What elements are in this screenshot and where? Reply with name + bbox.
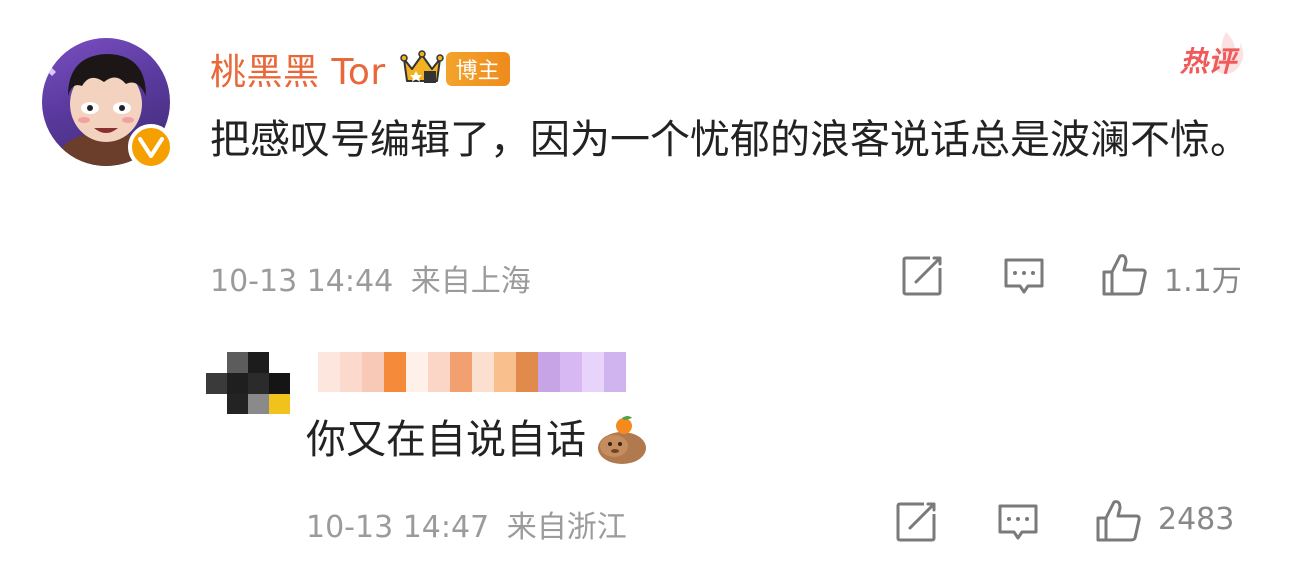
verified-icon — [128, 124, 174, 170]
username[interactable]: 桃黑黑 Tor — [210, 43, 386, 95]
reply-time: 10-13 14:47 — [306, 510, 490, 545]
like-icon[interactable] — [1100, 252, 1150, 298]
hot-comment-tag: 热评 — [1179, 45, 1236, 78]
comment-time: 10-13 14:44 — [210, 264, 394, 299]
reply-location: 来自浙江 — [506, 510, 627, 545]
username-row: 桃黑黑 Tor 博主 — [210, 44, 510, 94]
reply-text-row: 你又在自说自话 — [306, 410, 650, 470]
comment-location: 来自上海 — [410, 264, 531, 299]
crown-icon — [399, 50, 444, 83]
comment-icon[interactable] — [1002, 256, 1046, 298]
comment-text: 把感叹号编辑了，因为一个忧郁的浪客说话总是波澜不惊。 — [210, 117, 1250, 163]
reply-like-count: 2483 — [1158, 502, 1235, 537]
reply-share-icon[interactable] — [894, 500, 938, 544]
reply-avatar[interactable] — [206, 352, 290, 414]
like-count: 1.1万 — [1164, 264, 1242, 299]
reply-comment-icon[interactable] — [996, 502, 1040, 544]
reply-meta: 10-13 14:47 来自浙江 — [306, 502, 627, 546]
capybara-emoji-icon — [598, 416, 646, 464]
reply-text: 你又在自说自话 — [306, 417, 586, 463]
share-icon[interactable] — [900, 254, 944, 298]
role-badge: 博主 — [445, 52, 510, 86]
reply-username-blurred[interactable] — [318, 352, 626, 392]
comment-meta: 10-13 14:44 来自上海 — [210, 256, 531, 300]
reply-like-icon[interactable] — [1094, 498, 1144, 544]
